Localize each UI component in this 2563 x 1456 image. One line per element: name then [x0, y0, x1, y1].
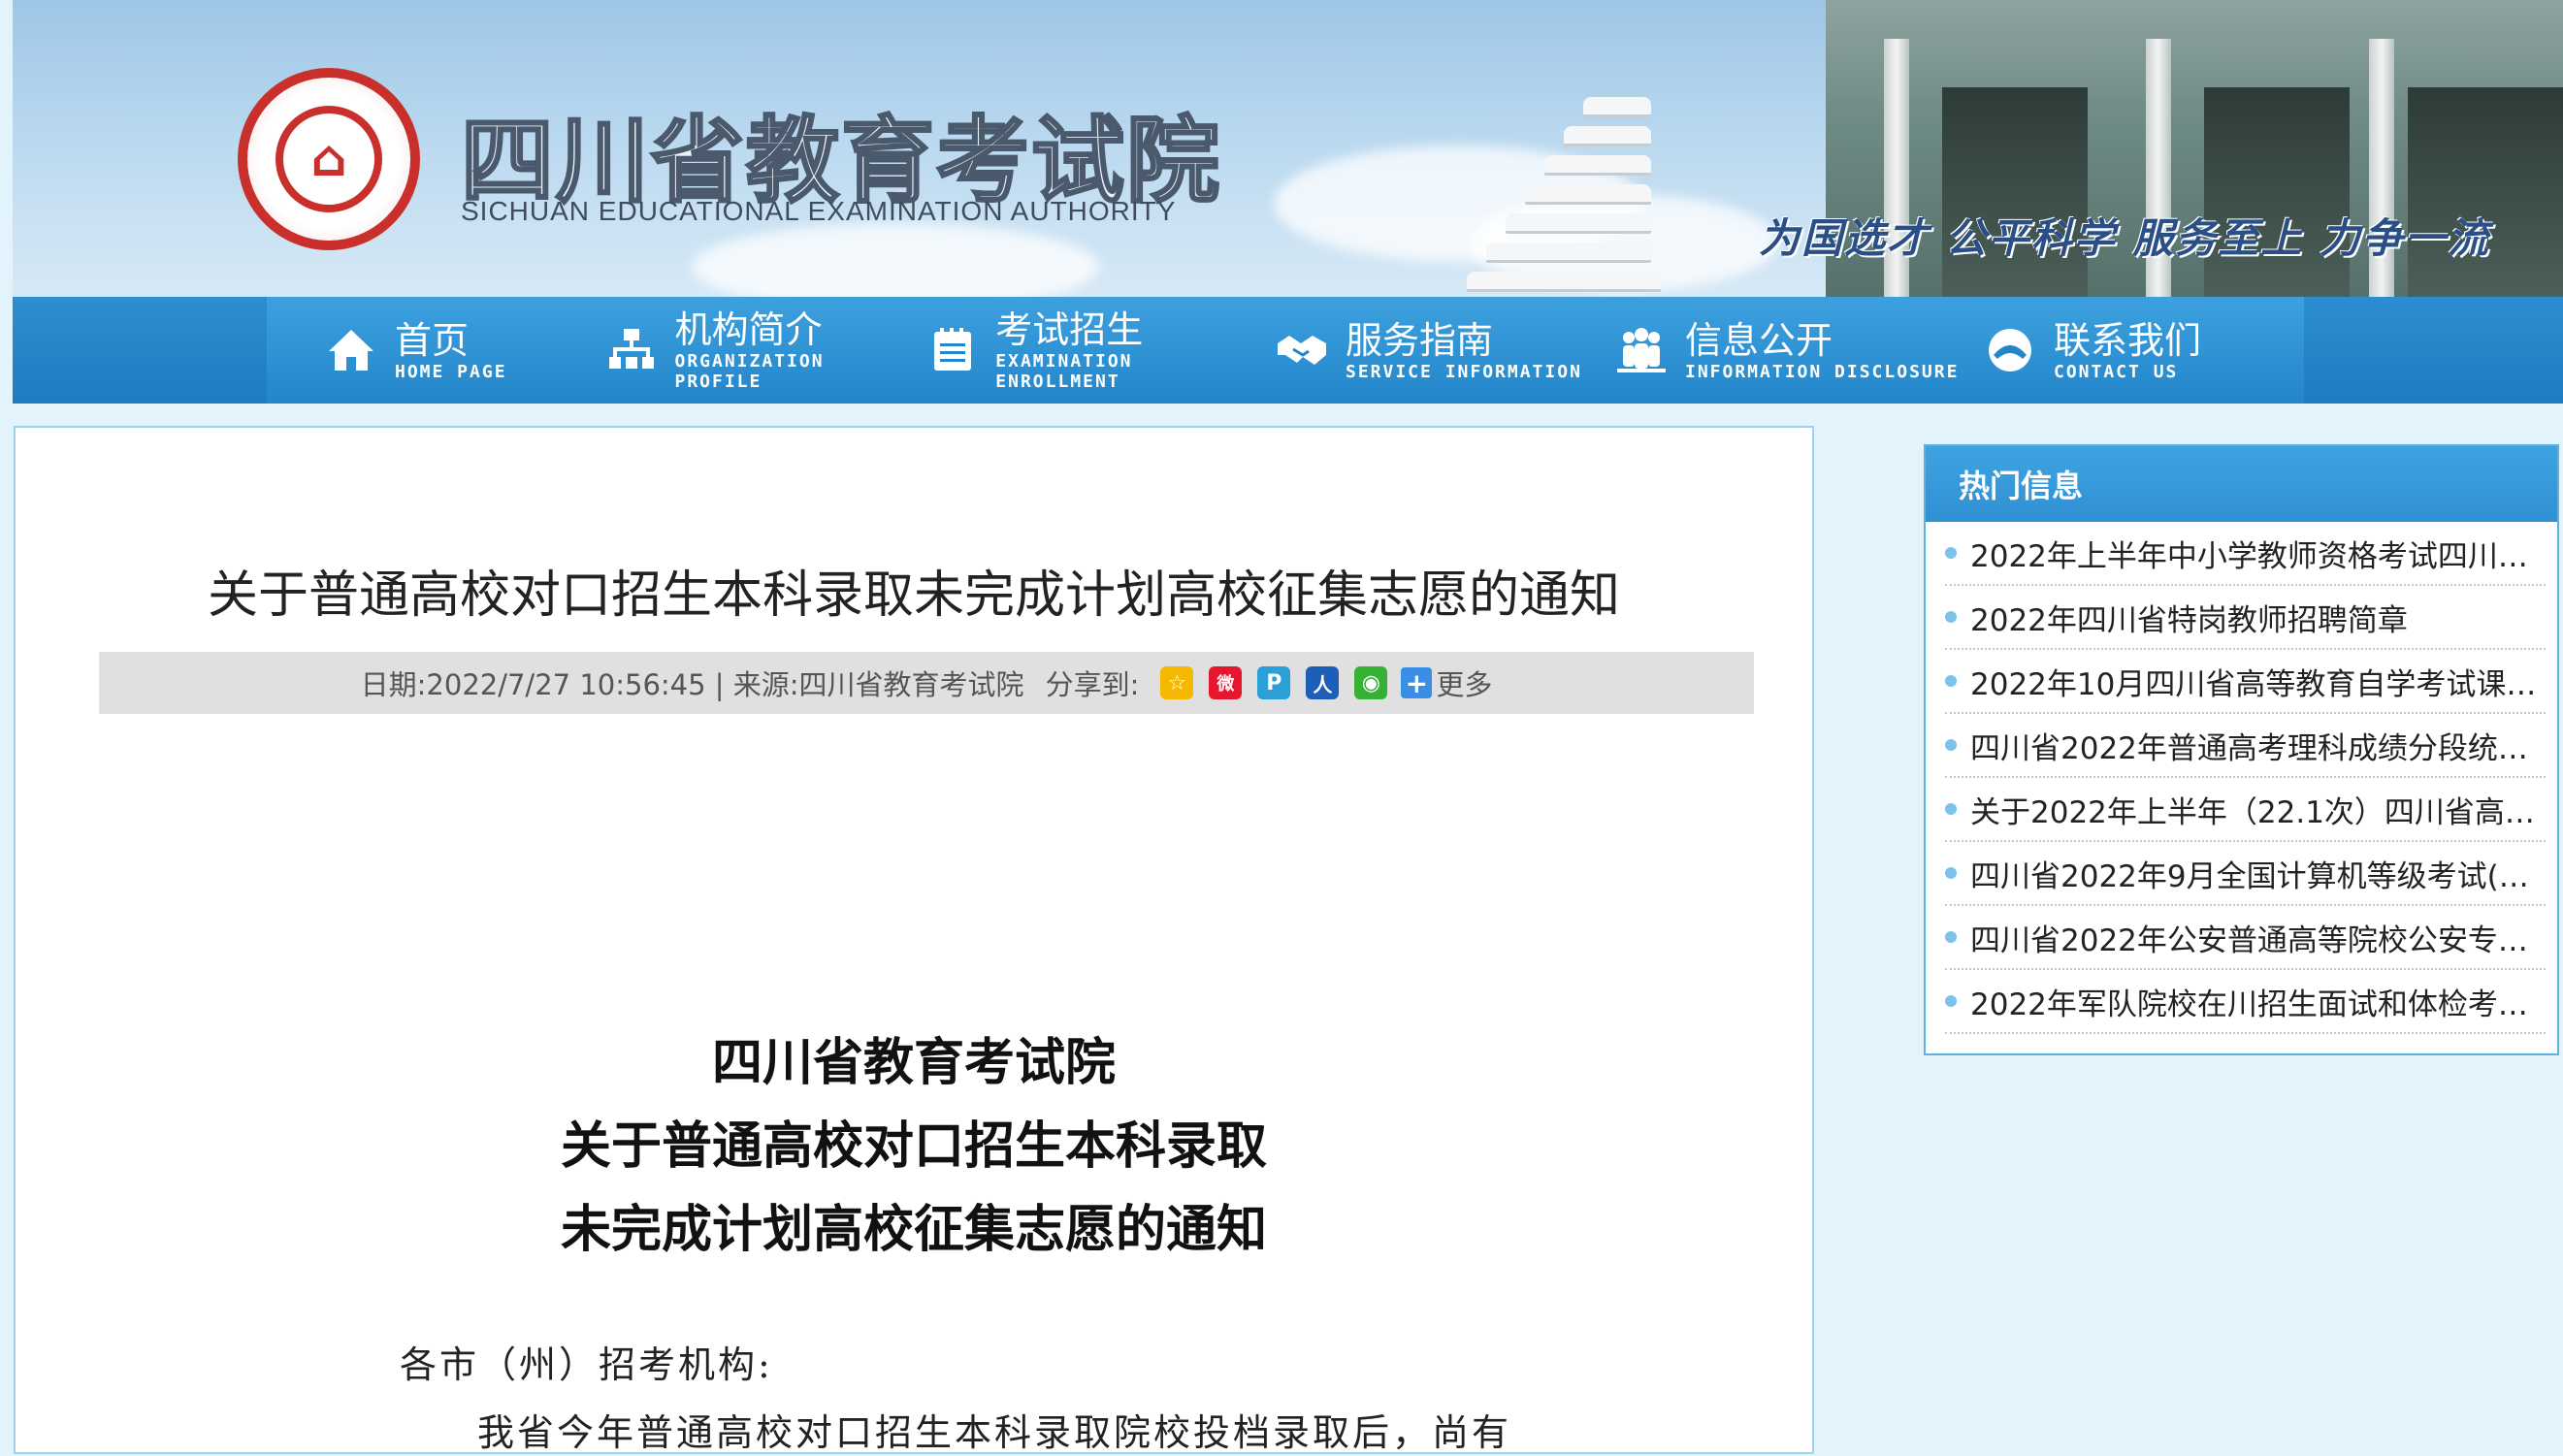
contact-icon [1984, 324, 2036, 376]
share-more-button[interactable]: + 更多 [1401, 663, 1492, 703]
nav-info-disclosure-label: 信息公开 [1685, 318, 1833, 362]
hot-info-panel: 热门信息 2022年上半年中小学教师资格考试四川省… 2022年四川省特岗教师招… [1924, 444, 2559, 1055]
cloud-decoration [692, 223, 1099, 297]
logo-seal: ⌂ [238, 68, 420, 250]
nav-exam-enrollment-label: 考试招生 [995, 308, 1144, 351]
stairs-decoration [1438, 58, 1690, 297]
qzone-icon[interactable]: ☆ [1160, 666, 1194, 699]
bullet-icon [1945, 547, 1957, 559]
hot-info-link[interactable]: 关于2022年上半年（22.1次）四川省高等… [1970, 788, 2546, 831]
bullet-icon [1945, 675, 1957, 687]
doc-salutation: 各市（州）招考机构: [400, 1343, 773, 1386]
bullet-icon [1945, 611, 1957, 623]
hot-info-item[interactable]: 2022年四川省特岗教师招聘简章 [1945, 586, 2546, 650]
renren-icon[interactable]: 人 [1306, 666, 1340, 699]
hot-info-item[interactable]: 2022年10月四川省高等教育自学考试课… [1945, 650, 2546, 714]
nav-contact-us[interactable]: 联系我们 CONTACT US [1964, 297, 2294, 404]
article-title: 关于普通高校对口招生本科录取未完成计划高校征集志愿的通知 [207, 566, 1620, 625]
nav-info-disclosure-en: INFORMATION DISCLOSURE [1685, 361, 1960, 382]
hot-info-item[interactable]: 关于2022年上半年（22.1次）四川省高等… [1945, 778, 2546, 842]
handshake-icon [1276, 324, 1328, 376]
nav-exam-enrollment[interactable]: 考试招生 EXAMINATION ENROLLMENT [917, 297, 1266, 404]
doc-body-first-line: 我省今年普通高校对口招生本科录取院校投档录取后，尚有 [477, 1411, 1512, 1454]
article-meta: 日期:2022/7/27 10:56:45 | 来源:四川省教育考试院 [360, 668, 1024, 701]
nav-contact-us-label: 联系我们 [2054, 318, 2202, 362]
nav-service-guide[interactable]: 服务指南 SERVICE INFORMATION [1266, 297, 1606, 404]
hot-info-link[interactable]: 四川省2022年公安普通高等院校公安专业… [1970, 916, 2546, 959]
wechat-icon[interactable]: ◉ [1354, 666, 1388, 699]
hot-info-link[interactable]: 四川省2022年普通高考理科成绩分段统计表 [1970, 724, 2546, 767]
share-more-label: 更多 [1436, 668, 1493, 701]
nav-organization-label: 机构简介 [674, 308, 823, 351]
nav-home-label: 首页 [395, 318, 470, 362]
notepad-icon [926, 324, 978, 376]
hot-info-link[interactable]: 2022年10月四川省高等教育自学考试课… [1970, 660, 2536, 703]
article-meta-bar: 日期:2022/7/27 10:56:45 | 来源:四川省教育考试院 分享到:… [99, 652, 1754, 714]
hot-info-link[interactable]: 四川省2022年9月全国计算机等级考试(N… [1970, 852, 2546, 895]
hot-info-link[interactable]: 2022年军队院校在川招生面试和体检考生… [1970, 980, 2546, 1023]
hot-info-item[interactable]: 2022年军队院校在川招生面试和体检考生… [1945, 970, 2546, 1034]
doc-heading-line-3: 未完成计划高校征集志愿的通知 [560, 1200, 1267, 1259]
main-navigation: 首页 HOME PAGE 机构简介 ORGANIZATION PROFILE 考试招… [13, 297, 2563, 404]
hot-info-item[interactable]: 四川省2022年普通高考理科成绩分段统计表 [1945, 714, 2546, 778]
people-icon [1615, 324, 1668, 376]
weibo-icon[interactable]: 微 [1209, 666, 1243, 699]
tencent-weibo-icon[interactable]: P [1257, 666, 1291, 699]
plus-icon: + [1401, 667, 1433, 699]
hot-info-item[interactable]: 四川省2022年9月全国计算机等级考试(N… [1945, 842, 2546, 906]
home-icon [325, 324, 377, 376]
doc-heading-line-2: 关于普通高校对口招生本科录取 [560, 1116, 1267, 1176]
bullet-icon [1945, 803, 1957, 815]
hot-info-link[interactable]: 2022年上半年中小学教师资格考试四川省… [1970, 532, 2546, 575]
org-chart-icon [606, 324, 657, 376]
article-panel: 关于普通高校对口招生本科录取未完成计划高校征集志愿的通知 日期:2022/7/2… [14, 426, 1814, 1454]
doc-heading-line-1: 四川省教育考试院 [711, 1033, 1116, 1092]
hot-info-link[interactable]: 2022年四川省特岗教师招聘简章 [1970, 596, 2408, 639]
nav-organization-en: ORGANIZATION PROFILE [674, 351, 825, 392]
header-banner: ⌂ 四川省教育考试院 SICHUAN EDUCATIONAL EXAMINATI… [13, 0, 2563, 297]
hot-info-title: 热门信息 [1926, 446, 2557, 522]
hot-info-item[interactable]: 2022年上半年中小学教师资格考试四川省… [1945, 522, 2546, 586]
nav-contact-us-en: CONTACT US [2054, 361, 2179, 382]
hot-info-list: 2022年上半年中小学教师资格考试四川省… 2022年四川省特岗教师招聘简章 2… [1926, 522, 2557, 1034]
nav-exam-enrollment-en: EXAMINATION ENROLLMENT [995, 351, 1133, 392]
nav-service-guide-en: SERVICE INFORMATION [1346, 361, 1582, 382]
hot-info-item[interactable]: 四川省2022年公安普通高等院校公安专业… [1945, 906, 2546, 970]
nav-organization[interactable]: 机构简介 ORGANIZATION PROFILE [587, 297, 917, 404]
nav-info-disclosure[interactable]: 信息公开 INFORMATION DISCLOSURE [1606, 297, 1964, 404]
bullet-icon [1945, 739, 1957, 751]
slogan: 为国选才 公平科学 服务至上 力争一流 [1759, 214, 2490, 262]
site-subtitle: SICHUAN EDUCATIONAL EXAMINATION AUTHORIT… [461, 196, 1177, 226]
nav-service-guide-label: 服务指南 [1346, 318, 1494, 362]
share-label: 分享到: [1045, 668, 1140, 701]
nav-home-en: HOME PAGE [395, 361, 507, 382]
nav-home[interactable]: 首页 HOME PAGE [267, 297, 587, 404]
bullet-icon [1945, 867, 1957, 879]
bullet-icon [1945, 931, 1957, 943]
bullet-icon [1945, 995, 1957, 1007]
